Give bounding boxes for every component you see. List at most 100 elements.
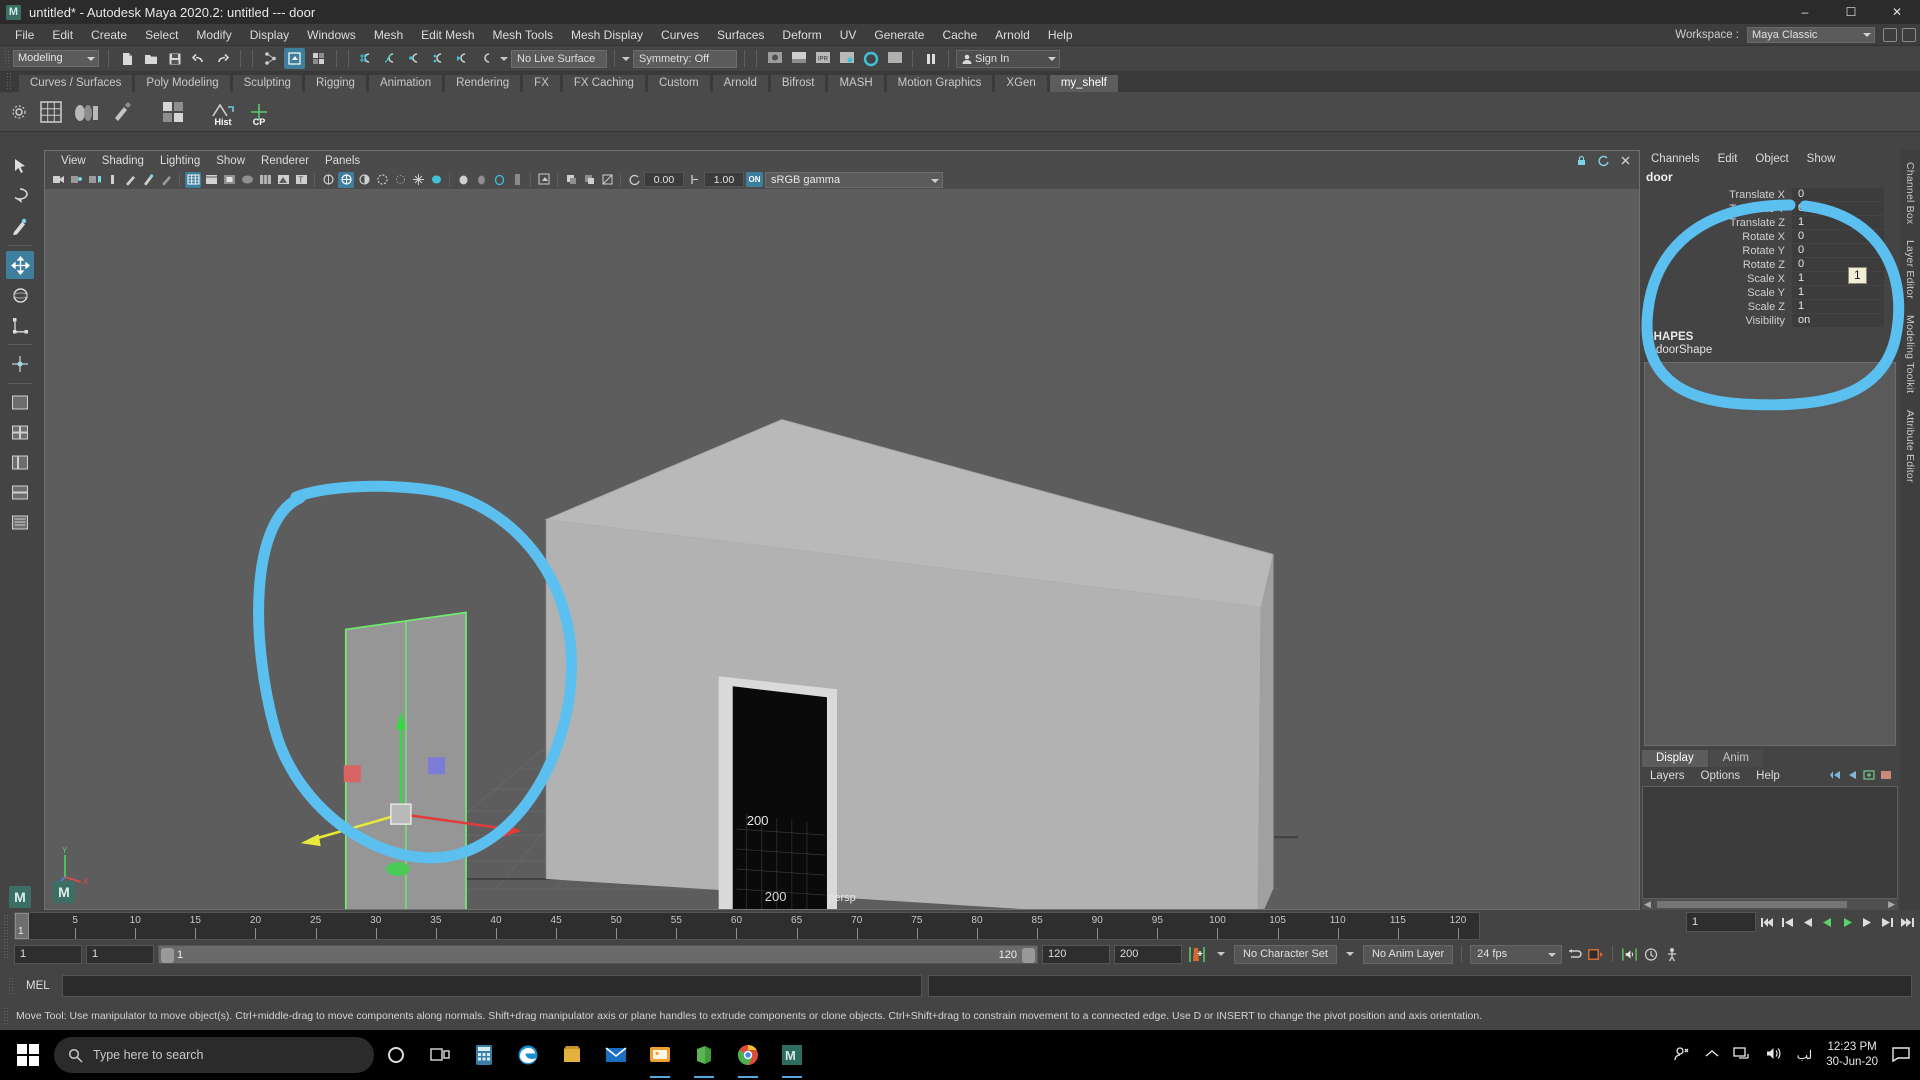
color-management-toggle-icon[interactable]: ON — [746, 172, 763, 187]
tray-volume-icon[interactable] — [1765, 1046, 1783, 1064]
mail-icon[interactable] — [594, 1030, 638, 1080]
viewport-display-icon[interactable] — [581, 172, 597, 188]
time-slider[interactable]: 1 5 10 15 20 25 30 35 40 45 50 55 60 65 70 75 80 85 90 95 1… — [14, 912, 1480, 940]
shelf-tab-custom[interactable]: Custom — [646, 74, 711, 92]
sign-in-button[interactable]: Sign In — [956, 49, 1060, 68]
shelf-tab-xgen[interactable]: XGen — [994, 74, 1048, 92]
layer-new-from-selected-icon[interactable] — [1880, 769, 1892, 783]
chevron-down-icon[interactable] — [622, 56, 630, 61]
help-line-grip[interactable] — [3, 1007, 9, 1025]
four-view-layout-icon[interactable] — [6, 419, 34, 447]
channelbox-shape-name[interactable]: doorShape — [1642, 344, 1898, 356]
anim-start-field[interactable]: 1 — [14, 944, 82, 964]
range-slider[interactable]: 1 120 — [158, 944, 1038, 964]
menu-windows[interactable]: Windows — [298, 24, 365, 46]
channel-value[interactable]: 0 — [1792, 188, 1884, 201]
gamma-reset-icon[interactable] — [686, 172, 702, 188]
menu-edit[interactable]: Edit — [43, 24, 82, 46]
viewport-menu-lighting[interactable]: Lighting — [152, 155, 208, 167]
exposure-field[interactable]: 0.00 — [644, 172, 684, 187]
menu-help[interactable]: Help — [1039, 24, 1082, 46]
shelf-layout-icon[interactable] — [158, 97, 188, 127]
vtab-attribute-editor[interactable]: Attribute Editor — [1902, 402, 1918, 491]
calculator-icon[interactable] — [462, 1030, 506, 1080]
gamma-field[interactable]: 1.00 — [704, 172, 744, 187]
playblast-icon[interactable] — [1587, 946, 1604, 963]
menuset-select[interactable]: Modeling — [13, 50, 99, 67]
outliner-layout-icon[interactable] — [6, 509, 34, 537]
xray-mode-icon[interactable] — [275, 172, 291, 188]
play-backwards-icon[interactable] — [1819, 914, 1836, 931]
vtab-layer-editor[interactable]: Layer Editor — [1902, 232, 1918, 307]
use-default-lighting-icon[interactable] — [320, 172, 336, 188]
screen-space-ao-icon[interactable] — [410, 172, 426, 188]
channelbox-menu-show[interactable]: Show — [1798, 153, 1845, 165]
camera-select-icon[interactable] — [50, 172, 66, 188]
camera-attributes-icon[interactable] — [68, 172, 84, 188]
tray-network-icon[interactable] — [1733, 1046, 1751, 1064]
shelf-tab-sculpting[interactable]: Sculpting — [231, 74, 303, 92]
current-frame-field[interactable]: 1 — [1686, 912, 1756, 932]
channelbox-menu-edit[interactable]: Edit — [1709, 153, 1747, 165]
channel-value[interactable]: 0 — [1792, 202, 1884, 215]
menu-uv[interactable]: UV — [831, 24, 866, 46]
viewport-menu-renderer[interactable]: Renderer — [253, 155, 317, 167]
start-button-icon[interactable] — [4, 1030, 52, 1080]
tray-expand-icon[interactable] — [1705, 1049, 1719, 1062]
tray-language-icon[interactable]: لب — [1797, 1048, 1812, 1062]
show-hide-render-view-icon[interactable] — [764, 48, 785, 69]
shelf-history-icon[interactable]: Hist — [208, 97, 238, 127]
ipr-render-icon[interactable]: IPR — [812, 48, 833, 69]
shelf-tab-arnold[interactable]: Arnold — [711, 74, 769, 92]
live-surface-field[interactable]: No Live Surface — [511, 49, 607, 68]
channel-row-translate-x[interactable]: Translate X 0 — [1642, 188, 1898, 201]
step-back-frame-icon[interactable] — [1799, 914, 1816, 931]
office-icon[interactable] — [682, 1030, 726, 1080]
shelf-grid-icon[interactable] — [36, 97, 66, 127]
shelf-tab-poly-modeling[interactable]: Poly Modeling — [134, 74, 231, 92]
shelf-tab-fx-caching[interactable]: FX Caching — [561, 74, 646, 92]
render-current-frame-icon[interactable] — [788, 48, 809, 69]
symmetry-field[interactable]: Symmetry: Off — [633, 49, 737, 68]
channel-value[interactable]: 1 — [1792, 272, 1884, 285]
layer-first-icon[interactable] — [1829, 769, 1841, 783]
layout-b-icon[interactable] — [1902, 27, 1916, 42]
channel-row-scale-y[interactable]: Scale Y 1 — [1642, 286, 1898, 299]
channelbox-menu-channels[interactable]: Channels — [1642, 153, 1709, 165]
color-space-select[interactable]: sRGB gamma — [765, 171, 943, 188]
camera-bookmark-icon[interactable] — [86, 172, 102, 188]
layer-list[interactable] — [1642, 786, 1898, 899]
shelf-primitives-icon[interactable] — [72, 97, 102, 127]
viewport-lock-icon[interactable] — [1573, 153, 1589, 169]
snap-grid-icon[interactable] — [356, 48, 377, 69]
layout-a-icon[interactable] — [1883, 27, 1897, 42]
channelbox-menu-object[interactable]: Object — [1746, 153, 1797, 165]
ambient-occlusion-icon[interactable] — [374, 172, 390, 188]
rotate-tool-icon[interactable] — [6, 281, 34, 309]
open-scene-icon[interactable] — [140, 48, 161, 69]
layer-menu-help[interactable]: Help — [1748, 770, 1788, 782]
menu-curves[interactable]: Curves — [652, 24, 708, 46]
channel-value[interactable]: 0 — [1792, 230, 1884, 243]
shelf-tab-animation[interactable]: Animation — [367, 74, 444, 92]
redo-icon[interactable] — [212, 48, 233, 69]
menu-display[interactable]: Display — [241, 24, 298, 46]
chevron-down-icon[interactable] — [1217, 952, 1225, 956]
menu-cache[interactable]: Cache — [933, 24, 986, 46]
channel-row-rotate-y[interactable]: Rotate Y 0 — [1642, 244, 1898, 257]
channel-value[interactable]: 1 — [1792, 286, 1884, 299]
viewport-refresh-icon[interactable] — [1595, 153, 1611, 169]
menu-select[interactable]: Select — [136, 24, 187, 46]
command-line-grip[interactable] — [8, 977, 14, 995]
tab-anim[interactable]: Anim — [1708, 750, 1763, 767]
shelf-tab-rigging[interactable]: Rigging — [303, 74, 367, 92]
exposure-reset-icon[interactable] — [626, 172, 642, 188]
layer-new-icon[interactable] — [1863, 769, 1875, 783]
select-object-icon[interactable] — [284, 48, 305, 69]
save-scene-icon[interactable] — [164, 48, 185, 69]
channel-row-visibility[interactable]: Visibility on — [1642, 314, 1898, 327]
vtab-channel-box[interactable]: Channel Box — [1902, 154, 1918, 232]
select-component-icon[interactable] — [308, 48, 329, 69]
viewport-menu-show[interactable]: Show — [208, 155, 253, 167]
shelf-tab-motion-graphics[interactable]: Motion Graphics — [885, 74, 994, 92]
